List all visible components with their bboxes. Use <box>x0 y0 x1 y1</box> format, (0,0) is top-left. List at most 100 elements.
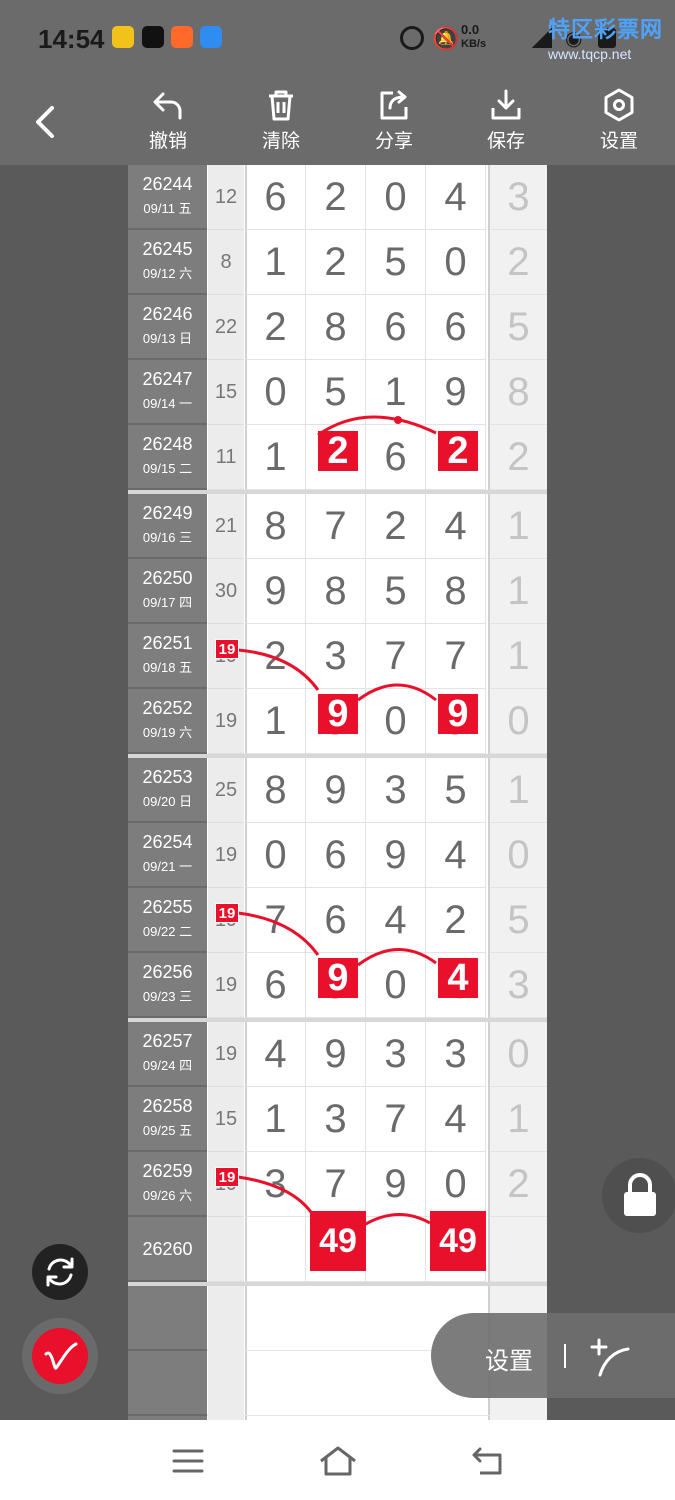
digit-cell[interactable]: 6 <box>246 165 306 230</box>
panel-settings-button[interactable]: 设置 <box>485 1341 533 1376</box>
digit-cell[interactable]: 1 <box>246 1087 306 1152</box>
digit-cell[interactable]: 2 <box>246 624 306 689</box>
digit-cell[interactable]: 3 <box>246 1152 306 1217</box>
table-row[interactable]: 26256 09/23 三 19 6 9 0 4 3 <box>128 953 547 1018</box>
refresh-button[interactable] <box>32 1244 88 1300</box>
digit-cell[interactable]: 7 <box>246 888 306 953</box>
digit-cell[interactable]: 0 <box>246 823 306 888</box>
digit-cell[interactable]: 0 <box>246 360 306 425</box>
table-row[interactable]: 26260 49 49 <box>128 1217 547 1282</box>
digit-cell[interactable]: 6 <box>306 823 366 888</box>
table-row[interactable]: 26247 09/14 一 15 0 5 1 9 8 <box>128 360 547 425</box>
digit-cell[interactable]: 8 <box>246 494 306 559</box>
digit-cell[interactable]: 7 <box>366 624 426 689</box>
digit-cell[interactable]: 49 <box>426 1217 486 1282</box>
share-button[interactable]: 分享 <box>359 88 429 153</box>
lock-button[interactable] <box>602 1158 675 1233</box>
digit-cell[interactable]: 6 <box>366 295 426 360</box>
digit-cell[interactable]: 2 <box>306 165 366 230</box>
digit-cell[interactable]: 49 <box>306 1217 366 1282</box>
digit-cell[interactable]: 6 <box>366 425 426 490</box>
home-icon[interactable] <box>318 1444 358 1478</box>
add-curve-icon[interactable] <box>586 1333 636 1383</box>
table-row[interactable]: 26254 09/21 一 19 0 6 9 4 0 <box>128 823 547 888</box>
digit-cell[interactable]: 9 <box>366 823 426 888</box>
digit-cell[interactable]: 2 <box>306 425 366 490</box>
digit-cell[interactable]: 3 <box>366 758 426 823</box>
digit-cell[interactable]: 0 <box>426 1152 486 1217</box>
digit-cell[interactable]: 5 <box>426 758 486 823</box>
digit-cell[interactable]: 5 <box>366 559 426 624</box>
table-row[interactable]: 26245 09/12 六812502 <box>128 230 547 295</box>
digit-cell[interactable]: 1 <box>246 230 306 295</box>
undo-button[interactable]: 撤销 <box>133 88 203 153</box>
digit-cell[interactable]: 3 <box>306 1087 366 1152</box>
digit-cell[interactable]: 8 <box>306 295 366 360</box>
digit-cell[interactable]: 4 <box>426 1087 486 1152</box>
digit-cell[interactable]: 9 <box>426 360 486 425</box>
digit-cell[interactable]: 4 <box>246 1022 306 1087</box>
digit-cell[interactable]: 2 <box>306 230 366 295</box>
pen-button[interactable] <box>22 1318 98 1394</box>
digit-cell[interactable]: 5 <box>366 230 426 295</box>
digit-cell[interactable]: 3 <box>366 1022 426 1087</box>
table-row[interactable]: 26248 09/15 二 11 1 2 6 2 2 <box>128 425 547 490</box>
back-nav-icon[interactable] <box>470 1444 506 1478</box>
table-row[interactable]: 26259 09/26 六 19 3 7 9 0 2 <box>128 1152 547 1217</box>
digit-cell[interactable]: 7 <box>306 494 366 559</box>
digit-cell[interactable]: 8 <box>306 559 366 624</box>
digit-cell[interactable]: 3 <box>306 624 366 689</box>
digit-cell[interactable]: 5 <box>306 360 366 425</box>
table-row[interactable]: 26250 09/17 四 30 9 8 5 8 1 <box>128 559 547 624</box>
digit-cell[interactable]: 0 <box>426 230 486 295</box>
digit-cell[interactable]: 0 <box>366 689 426 754</box>
digit-cell[interactable]: 9 <box>306 953 366 1018</box>
digit-cell[interactable]: 8 <box>246 758 306 823</box>
digit-cell[interactable]: 3 <box>426 1022 486 1087</box>
settings-button[interactable]: 设置 <box>584 88 654 153</box>
digit-cell[interactable]: 4 <box>426 494 486 559</box>
digit-cell[interactable]: 1 <box>366 360 426 425</box>
digit-cell[interactable]: 7 <box>366 1087 426 1152</box>
table-row[interactable]: 26258 09/25 五 15 1 3 7 4 1 <box>128 1087 547 1152</box>
menu-icon[interactable] <box>171 1446 205 1476</box>
digit-cell[interactable]: 2 <box>366 494 426 559</box>
table-row[interactable]: 26253 09/20 日 25 8 9 3 5 1 <box>128 758 547 823</box>
digit-cell[interactable]: 6 <box>306 888 366 953</box>
table-row[interactable]: 26255 09/22 二 19 7 6 4 2 5 <box>128 888 547 953</box>
digit-cell[interactable]: 2 <box>246 295 306 360</box>
digit-cell[interactable]: 6 <box>426 295 486 360</box>
digit-cell[interactable]: 4 <box>426 165 486 230</box>
digit-cell[interactable]: 8 <box>426 559 486 624</box>
digit-cell[interactable]: 9 <box>426 689 486 754</box>
clear-button[interactable]: 清除 <box>246 88 316 153</box>
digit-cell[interactable]: 2 <box>426 888 486 953</box>
table-row[interactable]: 26251 09/18 五 19 2 3 7 7 1 <box>128 624 547 689</box>
digit-cell[interactable]: 9 <box>306 1022 366 1087</box>
table-row[interactable]: 26249 09/16 三 21 8 7 2 4 1 <box>128 494 547 559</box>
table-row[interactable]: 26257 09/24 四 19 4 9 3 3 0 <box>128 1022 547 1087</box>
save-button[interactable]: 保存 <box>471 88 541 153</box>
table-row[interactable]: 26252 09/19 六 19 1 9 0 9 0 <box>128 689 547 754</box>
digit-cell[interactable] <box>246 1217 306 1282</box>
digit-cell[interactable]: 9 <box>366 1152 426 1217</box>
back-button[interactable] <box>30 102 60 147</box>
digit-cell[interactable]: 7 <box>306 1152 366 1217</box>
digit-cell[interactable]: 1 <box>246 425 306 490</box>
digit-cell[interactable]: 1 <box>246 689 306 754</box>
digit-cell[interactable]: 4 <box>366 888 426 953</box>
digit-cell[interactable] <box>366 1217 426 1282</box>
digit-cell[interactable]: 7 <box>426 624 486 689</box>
digit-cell[interactable]: 9 <box>246 559 306 624</box>
digit-cell[interactable]: 9 <box>306 758 366 823</box>
table-row[interactable]: 26244 09/11 五 12 6 2 0 4 3 <box>128 165 547 230</box>
digit-cell[interactable]: 0 <box>366 165 426 230</box>
digit-cell[interactable]: 6 <box>246 953 306 1018</box>
digit-cell[interactable]: 0 <box>366 953 426 1018</box>
digit-cell[interactable]: 9 <box>306 689 366 754</box>
digit-cell[interactable]: 4 <box>426 823 486 888</box>
table-row[interactable]: 26246 09/13 日 22 2 8 6 6 5 <box>128 295 547 360</box>
digit-cell[interactable]: 2 <box>426 425 486 490</box>
digit-cell[interactable]: 4 <box>426 953 486 1018</box>
chart-board[interactable]: 26244 09/11 五 12 6 2 0 4 3 26245 09/12 六 8 1 2 5 0 2 262… <box>128 165 547 1420</box>
